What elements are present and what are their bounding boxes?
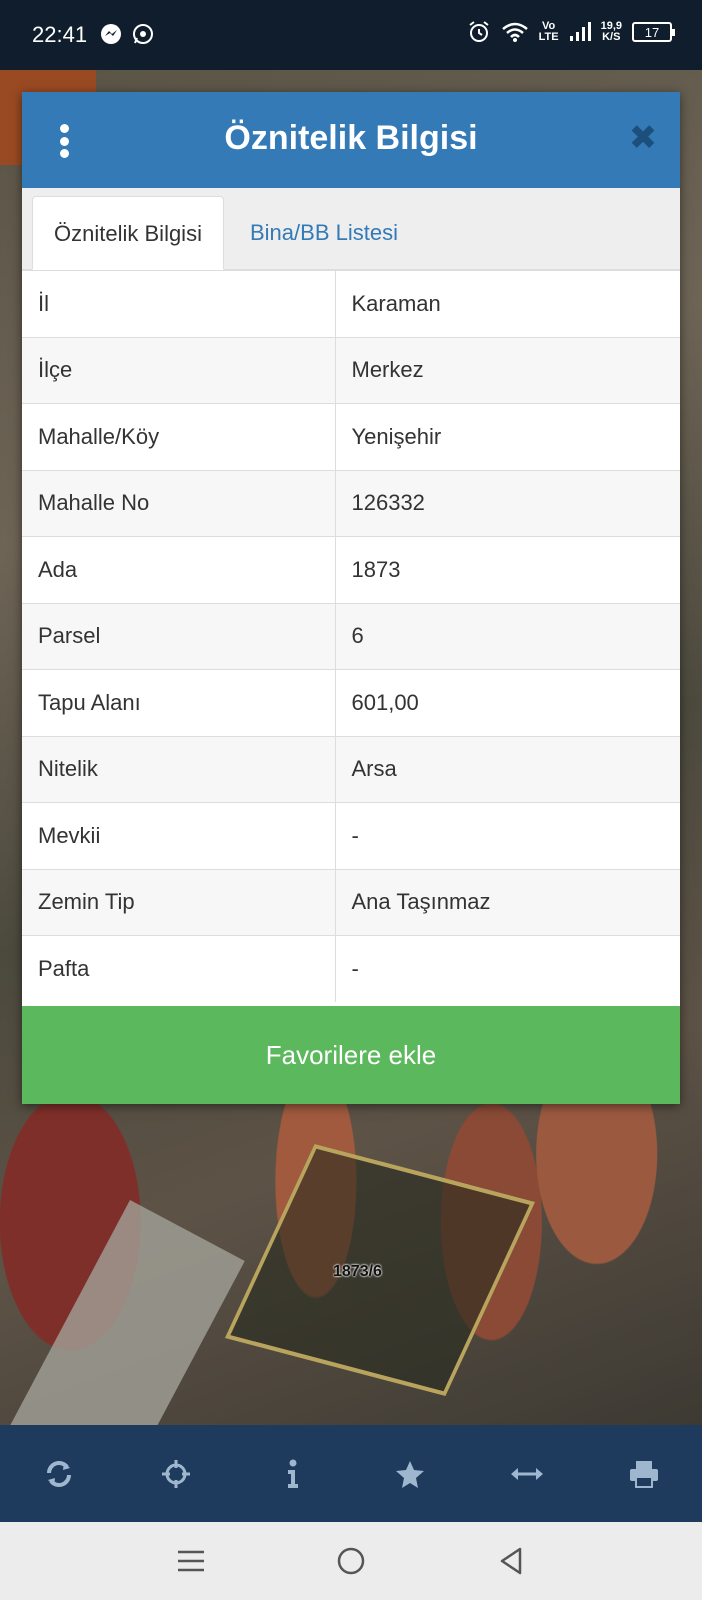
attribute-value: Merkez — [335, 336, 680, 404]
attribute-key: Nitelik — [22, 735, 336, 803]
attribute-value: Karaman — [335, 270, 680, 337]
table-row: Nitelik Arsa — [22, 735, 680, 803]
whatsapp-icon — [133, 24, 153, 44]
signal-icon — [569, 22, 591, 41]
refresh-icon[interactable] — [29, 1444, 89, 1504]
map-road — [0, 1200, 245, 1425]
attribute-value: - — [335, 935, 680, 1002]
dialog-title: Öznitelik Bilgisi — [224, 119, 478, 157]
star-icon[interactable] — [380, 1444, 440, 1504]
attribute-value: 126332 — [335, 469, 680, 537]
attribute-key: İl — [22, 270, 336, 337]
attribute-value: - — [335, 802, 680, 869]
system-nav-bar — [0, 1522, 702, 1600]
tab-attribute-info[interactable]: Öznitelik Bilgisi — [32, 196, 224, 270]
table-row: İlçe Merkez — [22, 336, 680, 404]
attribute-key: Pafta — [22, 935, 336, 1002]
menu-icon[interactable] — [171, 1541, 211, 1581]
measure-icon[interactable] — [497, 1444, 557, 1504]
attribute-key: Mahalle/Köy — [22, 403, 336, 470]
battery-icon: 17 — [632, 22, 675, 42]
attribute-table: İl Karaman İlçe Merkez Mahalle/Köy Yenişehir M… — [22, 270, 680, 1002]
table-row: Zemin Tip Ana Taşınmaz — [22, 868, 680, 936]
attribute-key: Zemin Tip — [22, 868, 336, 936]
attribute-value: Arsa — [335, 735, 680, 803]
add-favorite-button[interactable]: Favorilere ekle — [22, 1006, 680, 1104]
table-row: İl Karaman — [22, 270, 680, 337]
dialog-header: Öznitelik Bilgisi ✖ — [22, 92, 680, 188]
tab-bar: Öznitelik Bilgisi Bina/BB Listesi — [22, 188, 680, 270]
attribute-value: 1873 — [335, 536, 680, 603]
table-row: Mahalle/Köy Yenişehir — [22, 403, 680, 470]
table-row: Ada 1873 — [22, 536, 680, 603]
attribute-key: Mahalle No — [22, 469, 336, 537]
print-icon[interactable] — [614, 1444, 674, 1504]
attribute-value: 601,00 — [335, 669, 680, 736]
attribute-value: Yenişehir — [335, 403, 680, 470]
status-time: 22:41 — [32, 22, 88, 47]
parcel-label: 1873/6 — [333, 1263, 382, 1280]
table-row: Tapu Alanı 601,00 — [22, 669, 680, 736]
network-speed: 19,9 K/S — [600, 20, 622, 43]
home-icon[interactable] — [331, 1541, 371, 1581]
attribute-key: Ada — [22, 536, 336, 603]
network-type: Vo LTE — [538, 20, 559, 43]
messenger-icon — [101, 24, 121, 44]
alarm-icon — [469, 21, 489, 42]
wifi-icon — [501, 22, 528, 42]
bottom-toolbar — [0, 1425, 702, 1522]
attribute-key: İlçe — [22, 336, 336, 404]
table-row: Mahalle No 126332 — [22, 469, 680, 537]
table-row: Parsel 6 — [22, 602, 680, 670]
attribute-key: Mevkii — [22, 802, 336, 869]
status-bar: 22:41 Vo LTE 19,9 K/S 17 — [0, 0, 702, 70]
back-icon[interactable] — [491, 1541, 531, 1581]
locate-icon[interactable] — [146, 1444, 206, 1504]
attribute-key: Tapu Alanı — [22, 669, 336, 736]
table-row: Pafta - — [22, 935, 680, 1002]
attribute-value: 6 — [335, 602, 680, 670]
close-icon[interactable]: ✖ — [628, 118, 658, 158]
tab-building-list[interactable]: Bina/BB Listesi — [232, 196, 416, 270]
attribute-key: Parsel — [22, 602, 336, 670]
info-icon[interactable] — [263, 1444, 323, 1504]
table-row: Mevkii - — [22, 802, 680, 869]
attribute-value: Ana Taşınmaz — [335, 868, 680, 936]
attribute-dialog: Öznitelik Bilgisi ✖ Öznitelik Bilgisi Bi… — [22, 92, 680, 1104]
